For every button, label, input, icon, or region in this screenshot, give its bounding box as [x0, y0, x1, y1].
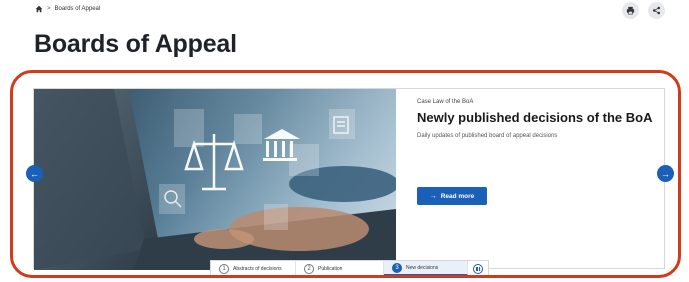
print-button[interactable]	[622, 2, 639, 19]
breadcrumb: > Boards of Appeal	[35, 5, 100, 13]
breadcrumb-separator: >	[47, 6, 51, 12]
page-actions	[622, 2, 665, 19]
page-title: Boards of Appeal	[34, 30, 237, 58]
share-icon	[652, 6, 661, 15]
breadcrumb-current: Boards of Appeal	[54, 6, 101, 12]
highlight-frame	[10, 70, 681, 278]
home-icon[interactable]	[35, 5, 43, 13]
share-button[interactable]	[648, 2, 665, 19]
print-icon	[626, 6, 635, 15]
